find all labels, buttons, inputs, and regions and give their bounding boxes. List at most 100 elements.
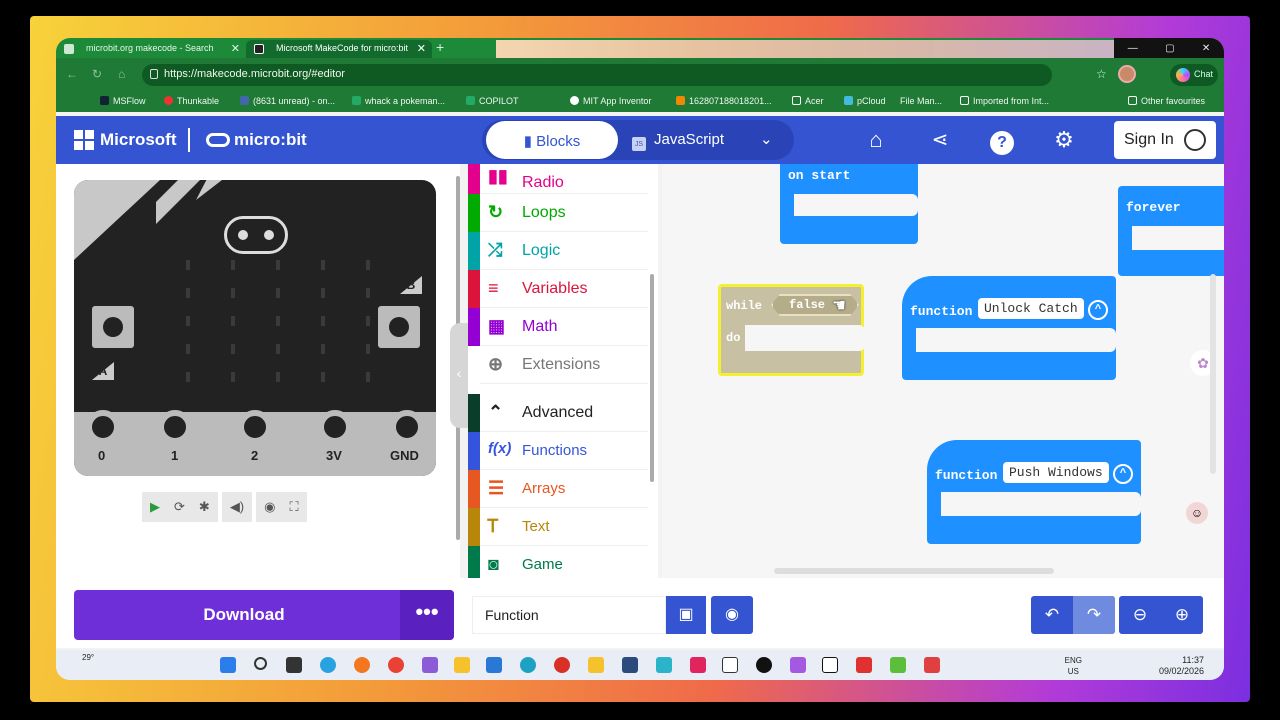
app-icon[interactable] <box>554 657 570 673</box>
screenshot-icon[interactable]: ◉ <box>264 499 275 515</box>
microbit-board[interactable]: A B 0 1 2 3V GND <box>74 180 436 476</box>
pin-1[interactable] <box>158 410 192 444</box>
bookmark[interactable]: MSFlow <box>100 96 146 106</box>
category-text[interactable]: Ꭲ Text <box>468 508 648 546</box>
share-icon[interactable]: ⋖ <box>926 126 954 154</box>
chevron-down-icon[interactable]: ⌄ <box>760 130 773 148</box>
category-variables[interactable]: ≡ Variables <box>468 270 648 308</box>
back-icon[interactable]: ← <box>66 67 78 81</box>
on-start-block[interactable]: on start <box>780 164 918 244</box>
bookmark[interactable]: whack a pokeman... <box>352 96 445 106</box>
profile-avatar[interactable] <box>1118 65 1136 83</box>
category-logic[interactable]: ⤮ Logic <box>468 232 648 270</box>
bookmark[interactable]: Other favourites <box>1128 96 1205 106</box>
language-indicator[interactable]: ENG US <box>1065 655 1082 677</box>
category-loops[interactable]: ↻ Loops <box>468 194 648 232</box>
notion-icon[interactable] <box>822 657 838 673</box>
function-name-field[interactable]: Unlock Catch <box>978 298 1084 319</box>
tiktok-icon[interactable] <box>756 657 772 673</box>
workspace-v-scrollbar[interactable] <box>1210 274 1216 474</box>
browser-tab-makecode[interactable]: Microsoft MakeCode for micro:bit ✕ <box>246 40 432 58</box>
telegram-icon[interactable] <box>320 657 336 673</box>
pin-0[interactable] <box>86 410 120 444</box>
app-icon[interactable] <box>622 657 638 673</box>
browser-tab-search[interactable]: microbit.org makecode - Search ✕ <box>56 40 246 58</box>
microbit-logo[interactable]: micro:bit <box>206 130 307 150</box>
app-icon[interactable] <box>890 657 906 673</box>
restart-icon[interactable]: ⟳ <box>174 499 185 515</box>
category-math[interactable]: ▦ Math <box>468 308 648 346</box>
category-extensions[interactable]: ⊕ Extensions <box>468 346 648 384</box>
github-icon[interactable]: ◉ <box>711 596 753 634</box>
pin-3v[interactable] <box>318 410 352 444</box>
blocks-tab[interactable]: ▮ Blocks <box>486 121 618 159</box>
toolbox-scrollbar[interactable] <box>650 274 654 482</box>
chrome-icon[interactable] <box>388 657 404 673</box>
function-block-push-windows[interactable]: function Push Windows ^ <box>927 440 1141 544</box>
vscode-icon[interactable] <box>486 657 502 673</box>
app-icon[interactable] <box>790 657 806 673</box>
forever-block[interactable]: forever <box>1118 186 1224 276</box>
app-icon[interactable] <box>856 657 872 673</box>
edge-icon[interactable] <box>520 657 536 673</box>
play-icon[interactable]: ▶ <box>150 499 160 515</box>
save-icon[interactable]: ▣ <box>666 596 706 634</box>
workspace-h-scrollbar[interactable] <box>774 568 1054 574</box>
function-name-field[interactable]: Push Windows <box>1003 462 1109 483</box>
button-b[interactable] <box>378 306 420 348</box>
close-tab-icon[interactable]: ✕ <box>231 42 240 55</box>
download-button[interactable]: Download ••• <box>74 590 454 640</box>
category-advanced[interactable]: ⌃ Advanced <box>468 394 648 432</box>
collapse-icon[interactable]: ^ <box>1088 300 1108 320</box>
app-icon[interactable] <box>924 657 940 673</box>
zoom-in-icon[interactable]: ⊕ <box>1161 596 1203 634</box>
file-explorer-icon[interactable] <box>454 657 470 673</box>
function-block-unlock-catch[interactable]: function Unlock Catch ^ <box>902 276 1116 380</box>
blocks-workspace[interactable]: on start forever while false do ☚ functi… <box>662 164 1224 578</box>
collapse-simulator-handle[interactable]: ‹ <box>450 323 468 428</box>
more-options-icon[interactable]: ••• <box>400 590 454 640</box>
app-icon[interactable] <box>690 657 706 673</box>
bookmark[interactable]: COPILOT <box>466 96 519 106</box>
javascript-tab[interactable]: JS JavaScript <box>632 131 724 151</box>
maximize-icon[interactable]: ▢ <box>1165 43 1174 54</box>
category-functions[interactable]: f(x) Functions <box>468 432 648 470</box>
task-view-icon[interactable] <box>286 657 302 673</box>
bookmark[interactable]: Acer <box>792 96 824 106</box>
folder-icon[interactable] <box>588 657 604 673</box>
copilot-chat-button[interactable]: Chat <box>1170 64 1218 86</box>
pin-gnd[interactable] <box>390 410 424 444</box>
category-arrays[interactable]: ☰ Arrays <box>468 470 648 508</box>
home-browser-icon[interactable]: ⌂ <box>118 67 125 81</box>
help-icon[interactable]: ? <box>988 126 1016 155</box>
sign-in-button[interactable]: Sign In <box>1114 121 1216 159</box>
close-window-icon[interactable]: ✕ <box>1202 43 1210 54</box>
bookmark[interactable]: 162807188018201... <box>676 96 772 106</box>
firefox-icon[interactable] <box>354 657 370 673</box>
redo-icon[interactable]: ↷ <box>1073 596 1115 634</box>
category-game[interactable]: ◙ Game <box>468 546 648 578</box>
collapse-icon[interactable]: ^ <box>1113 464 1133 484</box>
start-icon[interactable] <box>220 657 236 673</box>
fullscreen-icon[interactable]: ⛶ <box>289 499 298 515</box>
favorites-icon[interactable]: ☆ <box>1096 67 1107 81</box>
clock[interactable]: 11:37 09/02/2026 <box>1159 655 1204 677</box>
refresh-icon[interactable]: ↻ <box>92 67 102 81</box>
bookmark[interactable]: Imported from Int... <box>960 96 1049 106</box>
minimize-icon[interactable]: — <box>1128 43 1138 54</box>
sound-icon[interactable]: ◀) <box>230 499 244 515</box>
bookmark[interactable]: File Man... <box>900 96 942 106</box>
bookmark[interactable]: MIT App Inventor <box>570 96 651 106</box>
close-tab-icon[interactable]: ✕ <box>417 42 426 55</box>
button-a[interactable] <box>92 306 134 348</box>
debug-icon[interactable]: ✱ <box>199 499 210 515</box>
url-field[interactable]: https://makecode.microbit.org/#editor <box>142 64 1052 86</box>
settings-icon[interactable]: ⚙ <box>1050 126 1078 154</box>
home-icon[interactable]: ⌂ <box>862 126 890 154</box>
app-icon[interactable] <box>722 657 738 673</box>
undo-icon[interactable]: ↶ <box>1031 596 1073 634</box>
false-value-block[interactable]: false <box>771 294 859 316</box>
bookmark[interactable]: Thunkable <box>164 96 219 106</box>
bookmark[interactable]: (8631 unread) - on... <box>240 96 335 106</box>
new-tab-icon[interactable]: + <box>436 39 444 55</box>
